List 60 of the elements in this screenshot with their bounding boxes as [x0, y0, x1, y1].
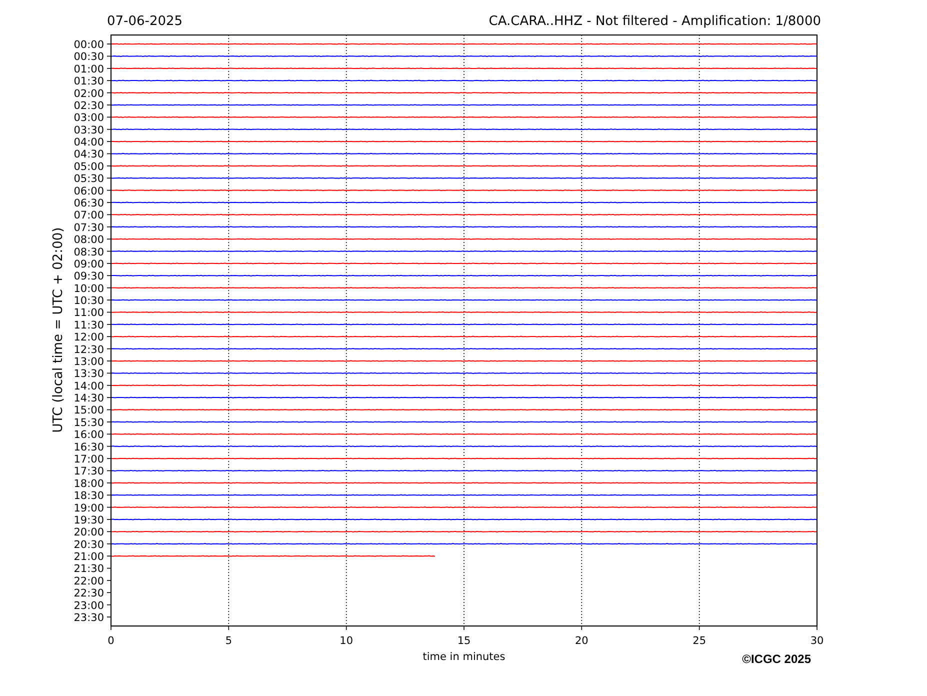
row-time-label: 06:00 [74, 185, 104, 198]
row-time-label: 19:00 [74, 502, 104, 514]
row-time-label: 22:30 [74, 588, 104, 600]
row-time-label: 19:30 [74, 514, 104, 526]
row-time-label: 11:30 [74, 319, 104, 332]
row-time-label: 16:00 [74, 429, 104, 442]
row-time-label: 05:30 [74, 173, 104, 186]
row-time-label: 13:30 [74, 368, 104, 380]
row-time-label: 01:00 [74, 63, 104, 76]
row-time-label: 04:30 [74, 148, 104, 161]
x-tick-label: 30 [810, 635, 824, 647]
row-time-label: 04:00 [74, 136, 104, 149]
row-time-label: 03:30 [74, 124, 104, 136]
x-tick-label: 25 [692, 635, 706, 647]
row-time-label: 17:00 [74, 454, 104, 466]
row-time-label: 00:00 [74, 39, 104, 51]
row-time-label: 21:30 [74, 563, 104, 576]
row-time-label: 14:30 [74, 392, 104, 405]
row-time-label: 18:30 [74, 490, 104, 502]
row-time-label: 20:00 [74, 526, 104, 539]
row-time-label: 15:00 [74, 404, 104, 417]
x-tick-label: 15 [457, 635, 471, 647]
row-time-label: 07:30 [74, 222, 104, 234]
row-time-label: 00:30 [74, 51, 104, 64]
y-axis-label: UTC (local time = UTC + 02:00) [51, 227, 66, 433]
row-time-label: 08:00 [74, 234, 104, 246]
row-time-label: 11:00 [74, 307, 104, 320]
row-time-label: 10:00 [74, 282, 104, 295]
row-time-label: 09:30 [74, 270, 104, 283]
row-time-label: 09:00 [74, 258, 104, 270]
row-time-label: 17:30 [74, 466, 104, 478]
row-time-label: 08:30 [74, 246, 104, 258]
row-time-label: 05:00 [74, 160, 104, 173]
plot-title: CA.CARA..HHZ - Not filtered - Amplification: 1/8000 [488, 14, 821, 29]
row-time-label: 13:00 [74, 356, 104, 368]
row-time-label: 21:00 [74, 551, 104, 564]
row-time-label: 10:30 [74, 295, 104, 308]
row-time-label: 23:00 [74, 600, 104, 612]
x-axis-label: time in minutes [422, 651, 506, 663]
row-time-label: 12:00 [74, 332, 104, 344]
row-time-label: 23:30 [74, 612, 104, 624]
x-tick-label: 10 [340, 635, 354, 647]
row-time-label: 01:30 [74, 76, 104, 88]
row-time-label: 12:30 [74, 344, 104, 356]
x-tick-label: 0 [108, 635, 114, 647]
row-time-label: 18:00 [74, 478, 104, 490]
row-time-label: 02:30 [74, 100, 104, 112]
row-time-label: 02:00 [74, 88, 104, 100]
copyright-text: ©ICGC 2025 [742, 652, 811, 666]
row-time-label: 15:30 [74, 416, 104, 429]
plot-date: 07-06-2025 [107, 14, 183, 29]
row-time-label: 03:00 [74, 112, 104, 124]
row-time-label: 14:00 [74, 380, 104, 392]
x-tick-label: 20 [574, 635, 588, 647]
row-time-label: 07:00 [74, 210, 104, 222]
x-tick-label: 5 [225, 635, 232, 647]
row-time-label: 16:30 [74, 441, 104, 454]
row-time-label: 22:00 [74, 575, 104, 588]
row-time-label: 20:30 [74, 538, 104, 551]
row-time-label: 06:30 [74, 198, 104, 210]
